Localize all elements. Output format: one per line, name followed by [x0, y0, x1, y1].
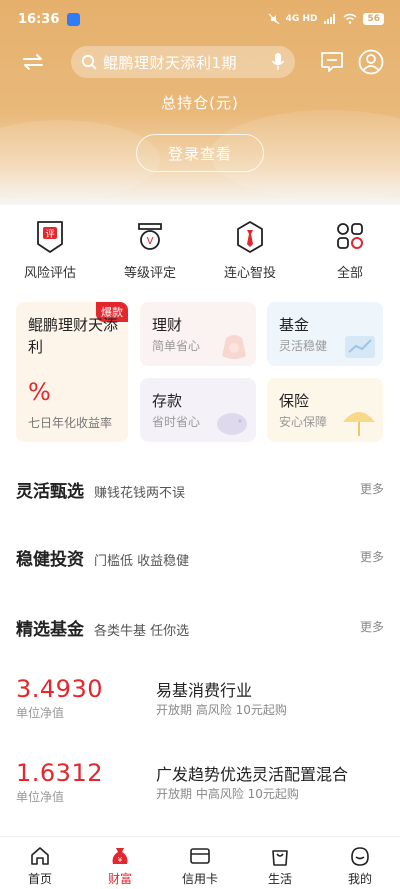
fund-nav-value: 1.6312 [16, 759, 103, 787]
quick-action-label: 连心智投 [223, 266, 276, 281]
search-bar[interactable]: 鲲鹏理财天添利1期 [71, 46, 295, 78]
product-cards: 爆款 鲲鹏理财天添利 % 七日年化收益率 理财 简单省心 基金 灵活稳健 存款 … [0, 290, 400, 455]
user-icon[interactable] [358, 49, 384, 75]
fund-item[interactable]: 1.6312 单位净值 广发趋势优选灵活配置混合 开放期 中高风险 10元起购 [0, 745, 400, 836]
tab-credit-card[interactable]: 信用卡 [160, 837, 240, 889]
quick-action-smart-invest[interactable]: 连心智投 [200, 205, 300, 290]
network-label: 4G HD [285, 14, 318, 24]
category-subtitle: 省时省心 [152, 415, 201, 429]
tab-label: 我的 [347, 872, 372, 886]
category-card-cunkuan[interactable]: 存款 省时省心 [140, 378, 256, 442]
microphone-icon[interactable] [271, 52, 285, 72]
fund-name: 广发趋势优选灵活配置混合 [156, 765, 349, 784]
svg-text:评: 评 [45, 229, 54, 240]
category-card-licai[interactable]: 理财 简单省心 [140, 302, 256, 366]
battery-icon: 56 [363, 13, 384, 25]
login-view-button[interactable]: 登录查看 [136, 134, 264, 172]
category-title: 存款 [152, 392, 183, 410]
search-input[interactable]: 鲲鹏理财天添利1期 [103, 52, 271, 73]
tab-wealth[interactable]: ¥ 财富 [80, 837, 160, 889]
header-banner: 16:36 4G HD 56 鲲鹏理财天添利1期 总持仓(元) 登录查看 [0, 0, 400, 205]
tab-label: 生活 [267, 872, 292, 886]
fund-tags: 开放期 高风险 10元起购 [156, 703, 287, 717]
section-desc: 各类牛基 任你选 [94, 624, 190, 639]
section-title: 灵活甄选 [16, 482, 84, 502]
quick-action-risk-assessment[interactable]: 评 风险评估 [0, 205, 100, 290]
money-bag-icon [222, 335, 246, 359]
svg-text:V: V [147, 236, 154, 247]
section-more-link[interactable]: 更多 [360, 480, 384, 497]
featured-product-card[interactable]: 爆款 鲲鹏理财天添利 % 七日年化收益率 [16, 302, 128, 442]
fund-tags: 开放期 中高风险 10元起购 [156, 787, 299, 801]
tab-label: 首页 [27, 872, 52, 886]
fund-nav-value: 3.4930 [16, 675, 103, 703]
section-flexible: 灵活甄选 赚钱花钱两不误 更多 [0, 455, 400, 521]
section-desc: 门槛低 收益稳健 [94, 554, 190, 569]
quick-action-level-rating[interactable]: V 等级评定 [100, 205, 200, 290]
total-holdings-title: 总持仓(元) [161, 94, 239, 112]
section-header: 稳健投资 门槛低 收益稳健 [16, 545, 189, 570]
quick-action-label: 全部 [336, 266, 363, 281]
category-subtitle: 灵活稳健 [279, 339, 328, 353]
fund-nav-label: 单位净值 [16, 706, 65, 720]
home-icon [31, 847, 49, 865]
section-more-link[interactable]: 更多 [360, 618, 384, 635]
svg-text:¥: ¥ [118, 856, 123, 864]
category-title: 基金 [279, 316, 310, 334]
fund-item[interactable]: 3.4930 单位净值 易基消费行业 开放期 高风险 10元起购 [0, 661, 400, 745]
featured-rate: % [28, 378, 51, 406]
quick-action-all[interactable]: 全部 [300, 205, 400, 290]
featured-rate-label: 七日年化收益率 [28, 416, 113, 430]
message-icon[interactable] [320, 51, 344, 73]
category-title: 保险 [279, 392, 310, 410]
level-rating-icon: V [138, 223, 162, 250]
featured-product-title: 鲲鹏理财天添利 [28, 316, 119, 356]
tab-home[interactable]: 首页 [0, 837, 80, 889]
section-funds: 精选基金 各类牛基 任你选 更多 [0, 591, 400, 661]
top-bar: 鲲鹏理财天添利1期 [0, 46, 400, 78]
risk-assessment-icon: 评 [37, 221, 63, 253]
profile-icon [351, 847, 369, 866]
piggy-bank-icon [217, 413, 247, 435]
section-title: 稳健投资 [16, 550, 84, 570]
umbrella-icon [343, 412, 375, 436]
status-bar: 16:36 4G HD 56 [0, 0, 400, 38]
signal-icon [324, 14, 336, 24]
quick-actions: 评 风险评估 V 等级评定 连心智投 全部 [0, 205, 400, 290]
smart-invest-icon [237, 221, 263, 253]
section-header: 精选基金 各类牛基 任你选 [16, 615, 189, 640]
bottom-tab-bar: 首页 ¥ 财富 信用卡 生活 我的 [0, 836, 400, 889]
notification-icon [67, 12, 81, 26]
fund-name: 易基消费行业 [156, 681, 253, 700]
fund-nav-label: 单位净值 [16, 790, 65, 804]
fund-chart-icon [345, 336, 375, 358]
wifi-icon [343, 13, 357, 24]
section-desc: 赚钱花钱两不误 [94, 486, 186, 501]
tab-profile[interactable]: 我的 [320, 837, 400, 889]
decor-hill [0, 120, 160, 200]
category-title: 理财 [152, 316, 183, 334]
section-steady: 稳健投资 门槛低 收益稳健 更多 [0, 521, 400, 591]
shopping-bag-icon [272, 850, 288, 866]
tab-label: 信用卡 [181, 872, 218, 886]
section-more-link[interactable]: 更多 [360, 548, 384, 565]
all-apps-icon [337, 223, 363, 249]
wealth-icon: ¥ [112, 848, 128, 864]
tab-life[interactable]: 生活 [240, 837, 320, 889]
tab-label: 财富 [107, 872, 132, 886]
status-time: 16:36 [18, 11, 60, 27]
category-card-jijin[interactable]: 基金 灵活稳健 [267, 302, 383, 366]
category-card-baoxian[interactable]: 保险 安心保障 [267, 378, 383, 442]
category-subtitle: 简单省心 [152, 339, 201, 353]
section-title: 精选基金 [16, 620, 84, 640]
section-header: 灵活甄选 赚钱花钱两不误 [16, 477, 185, 502]
swap-icon[interactable] [20, 50, 46, 74]
credit-card-icon [190, 848, 210, 864]
search-icon [81, 54, 97, 70]
mute-icon [268, 13, 280, 25]
category-subtitle: 安心保障 [279, 415, 328, 429]
quick-action-label: 等级评定 [123, 266, 176, 281]
quick-action-label: 风险评估 [23, 266, 76, 281]
